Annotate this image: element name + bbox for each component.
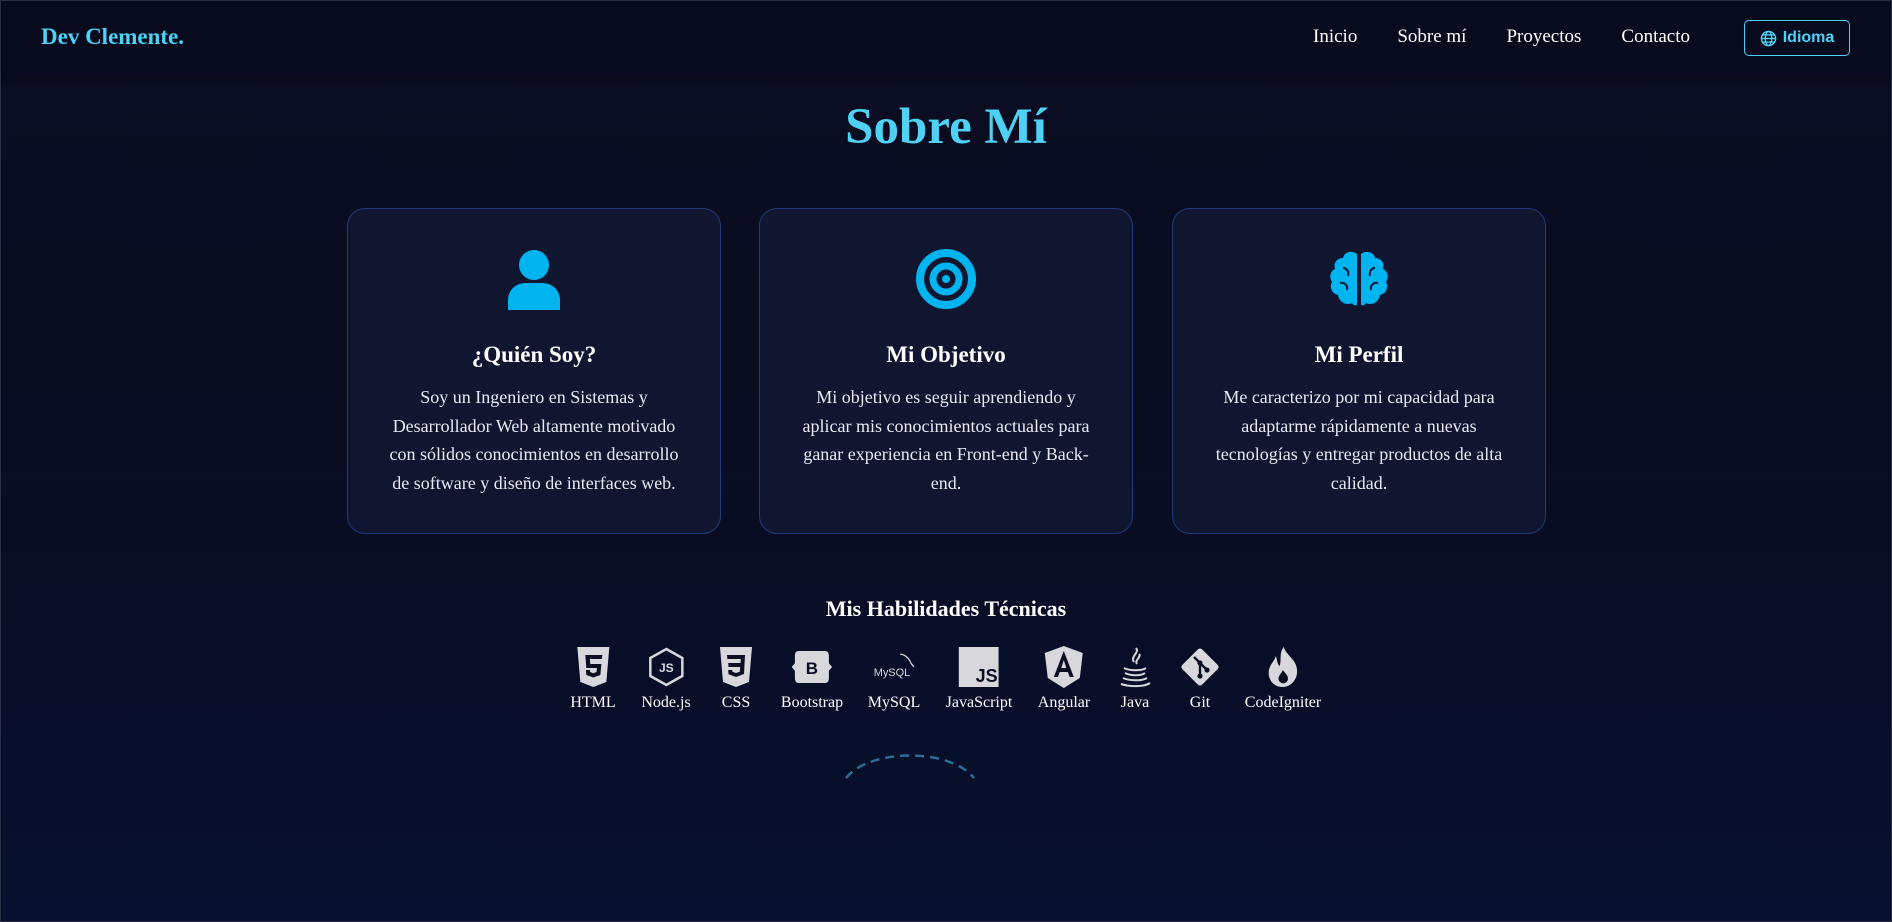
skill-label: MySQL bbox=[867, 694, 921, 711]
skill-label: Angular bbox=[1037, 694, 1091, 711]
svg-text:MySQL: MySQL bbox=[874, 667, 910, 679]
card-quien-soy: ¿Quién Soy? Soy un Ingeniero en Sistemas… bbox=[347, 208, 721, 534]
bootstrap-icon: B bbox=[791, 646, 833, 688]
git-icon bbox=[1179, 646, 1221, 688]
angular-icon bbox=[1043, 646, 1085, 688]
nav-link-inicio[interactable]: Inicio bbox=[1313, 26, 1357, 48]
language-button-label: Idioma bbox=[1782, 29, 1835, 46]
skills-title: Mis Habilidades Técnicas bbox=[825, 596, 1067, 621]
skill-label: JavaScript bbox=[945, 694, 1013, 711]
card-text: Me caracterizo por mi capacidad para ada… bbox=[1215, 387, 1503, 493]
skill-label: Bootstrap bbox=[780, 694, 844, 711]
mysql-icon: MySQL bbox=[873, 646, 915, 688]
nodejs-icon: JS bbox=[645, 646, 687, 688]
skills-list: HTML JS Node.js CSS B Bootstrap MySQL My… bbox=[0, 646, 1892, 716]
svg-text:JS: JS bbox=[976, 666, 998, 686]
skill-css: CSS bbox=[715, 646, 757, 712]
brand-logo[interactable]: Dev Clemente. bbox=[41, 24, 184, 50]
skill-nodejs: JS Node.js bbox=[641, 646, 691, 712]
page: Dev Clemente. Inicio Sobre mí Proyectos … bbox=[0, 0, 1892, 922]
svg-text:B: B bbox=[806, 659, 818, 678]
section-title: Sobre Mí bbox=[845, 99, 1047, 155]
card-title: Mi Perfil bbox=[1314, 342, 1404, 367]
nav-link-sobre-mi[interactable]: Sobre mí bbox=[1397, 26, 1466, 48]
skill-label: CodeIgniter bbox=[1244, 694, 1322, 711]
card-title: Mi Objetivo bbox=[886, 342, 1006, 367]
skill-javascript: JS JavaScript bbox=[945, 646, 1013, 712]
card-text: Soy un Ingeniero en Sistemas y Desarroll… bbox=[389, 387, 679, 493]
html5-icon bbox=[572, 646, 614, 688]
nav-links: Inicio Sobre mí Proyectos Contacto bbox=[1313, 26, 1730, 48]
skill-label: Java bbox=[1120, 694, 1150, 711]
svg-text:JS: JS bbox=[659, 661, 674, 675]
javascript-icon: JS bbox=[958, 646, 1000, 688]
skill-angular: Angular bbox=[1038, 646, 1090, 712]
skill-label: Git bbox=[1189, 694, 1211, 711]
navbar: Dev Clemente. Inicio Sobre mí Proyectos … bbox=[0, 0, 1892, 78]
card-mi-objetivo: Mi Objetivo Mi objetivo es seguir aprend… bbox=[759, 208, 1133, 534]
language-button[interactable]: Idioma bbox=[1744, 20, 1850, 56]
user-icon bbox=[348, 247, 720, 311]
skill-java: Java bbox=[1114, 646, 1156, 712]
nav-link-proyectos[interactable]: Proyectos bbox=[1506, 26, 1581, 48]
card-text: Mi objetivo es seguir aprendiendo y apli… bbox=[802, 387, 1090, 493]
card-title: ¿Quién Soy? bbox=[471, 342, 597, 367]
target-icon bbox=[760, 247, 1132, 311]
brain-icon bbox=[1173, 247, 1545, 311]
skill-label: HTML bbox=[570, 694, 616, 711]
skill-codeigniter: CodeIgniter bbox=[1245, 646, 1321, 712]
java-icon bbox=[1114, 646, 1156, 688]
skill-mysql: MySQL MySQL bbox=[868, 646, 920, 712]
nav-link-contacto[interactable]: Contacto bbox=[1621, 26, 1690, 48]
skill-label: CSS bbox=[721, 694, 751, 711]
codeigniter-icon bbox=[1262, 646, 1304, 688]
loading-arc bbox=[845, 754, 975, 779]
globe-icon bbox=[1760, 30, 1777, 46]
card-mi-perfil: Mi Perfil Me caracterizo por mi capacida… bbox=[1172, 208, 1546, 534]
skill-html: HTML bbox=[570, 646, 616, 712]
skill-bootstrap: B Bootstrap bbox=[781, 646, 843, 712]
skill-label: Node.js bbox=[641, 694, 691, 711]
css3-icon bbox=[715, 646, 757, 688]
skill-git: Git bbox=[1179, 646, 1221, 712]
